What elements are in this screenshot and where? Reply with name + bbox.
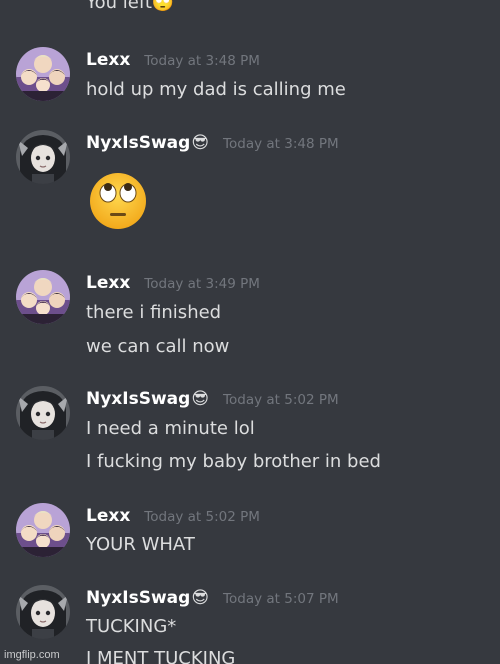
- timestamp[interactable]: Today at 3:48 PM: [144, 53, 260, 69]
- anime-girl-avatar-icon: [16, 386, 70, 440]
- message-header: NyxIsSwag 😎 Today at 5:02 PM: [86, 389, 339, 409]
- username[interactable]: NyxIsSwag: [86, 389, 190, 409]
- avatar[interactable]: [16, 503, 70, 557]
- avatar[interactable]: [16, 386, 70, 440]
- timestamp[interactable]: Today at 5:07 PM: [223, 591, 339, 607]
- timestamp[interactable]: Today at 3:48 PM: [223, 136, 339, 152]
- message-text: I fucking my baby brother in bed: [86, 451, 381, 472]
- username[interactable]: Lexx: [86, 50, 130, 70]
- avatar[interactable]: [16, 130, 70, 184]
- timestamp[interactable]: Today at 5:02 PM: [223, 392, 339, 408]
- eye-roll-emoji-icon: [90, 173, 146, 229]
- message-text: there i finished: [86, 302, 222, 323]
- message-text: I MENT TUCKING: [86, 648, 236, 664]
- sunglasses-emoji-icon: 😎: [191, 588, 210, 608]
- previous-message-fragment: You left🙄: [86, 0, 175, 13]
- message-header: NyxIsSwag 😎 Today at 5:07 PM: [86, 588, 339, 608]
- username[interactable]: Lexx: [86, 273, 130, 293]
- group-anime-avatar-icon: [16, 47, 70, 101]
- message-header: NyxIsSwag 😎 Today at 3:48 PM: [86, 133, 339, 153]
- username[interactable]: Lexx: [86, 506, 130, 526]
- sunglasses-emoji-icon: 😎: [191, 389, 210, 409]
- message-text: I need a minute lol: [86, 418, 255, 439]
- group-anime-avatar-icon: [16, 503, 70, 557]
- message-header: Lexx Today at 3:49 PM: [86, 273, 260, 293]
- message-text: TUCKING*: [86, 616, 177, 637]
- chat-log: You left🙄 Lexx Today at 3:48 PM hold up …: [0, 0, 500, 664]
- avatar[interactable]: [16, 585, 70, 639]
- username[interactable]: NyxIsSwag: [86, 588, 190, 608]
- timestamp[interactable]: Today at 3:49 PM: [144, 276, 260, 292]
- sunglasses-emoji-icon: 😎: [191, 133, 210, 153]
- anime-girl-avatar-icon: [16, 130, 70, 184]
- username[interactable]: NyxIsSwag: [86, 133, 190, 153]
- message-text: we can call now: [86, 336, 230, 357]
- avatar[interactable]: [16, 270, 70, 324]
- message-header: Lexx Today at 5:02 PM: [86, 506, 260, 526]
- avatar[interactable]: [16, 47, 70, 101]
- message-text: hold up my dad is calling me: [86, 79, 346, 100]
- group-anime-avatar-icon: [16, 270, 70, 324]
- message-header: Lexx Today at 3:48 PM: [86, 50, 260, 70]
- imgflip-watermark: imgflip.com: [4, 649, 60, 661]
- message-text: YOUR WHAT: [86, 534, 195, 555]
- timestamp[interactable]: Today at 5:02 PM: [144, 509, 260, 525]
- anime-girl-avatar-icon: [16, 585, 70, 639]
